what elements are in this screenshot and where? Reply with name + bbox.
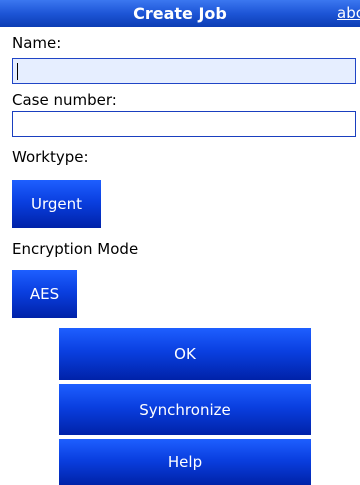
input-mode-indicator: abc — [337, 4, 360, 22]
case-number-label: Case number: — [12, 91, 117, 109]
encryption-mode-value: AES — [29, 285, 60, 303]
synchronize-button-label: Synchronize — [139, 400, 231, 419]
text-caret — [17, 63, 18, 80]
encryption-mode-label: Encryption Mode — [12, 240, 139, 258]
encryption-mode-selector[interactable]: AES — [12, 270, 77, 318]
worktype-label: Worktype: — [12, 148, 89, 166]
name-label: Name: — [12, 34, 62, 52]
page-title: Create Job — [133, 4, 227, 23]
help-button[interactable]: Help — [59, 439, 311, 485]
help-button-label: Help — [167, 453, 203, 471]
synchronize-button[interactable]: Synchronize — [59, 384, 311, 435]
worktype-selector[interactable]: Urgent — [12, 180, 101, 228]
case-number-field[interactable] — [12, 111, 356, 137]
worktype-value: Urgent — [30, 195, 83, 213]
name-field[interactable] — [12, 58, 356, 84]
ok-button-label: OK — [174, 345, 196, 363]
ok-button[interactable]: OK — [59, 328, 311, 380]
